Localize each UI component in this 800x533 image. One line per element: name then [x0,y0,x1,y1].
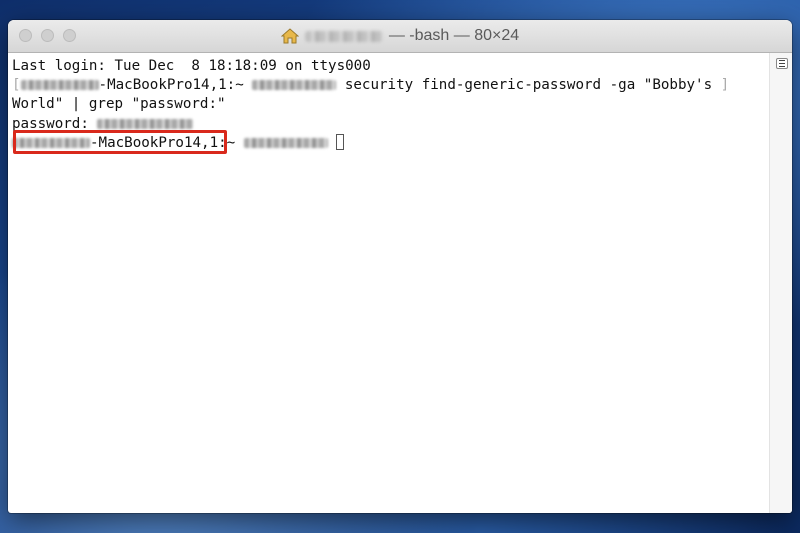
command-continuation-text: World" | grep "password:" [12,96,226,113]
redacted-username [252,80,337,91]
window-title-text: — -bash — 80×24 [388,27,520,44]
home-icon [280,28,299,44]
terminal-line: [-MacBookPro14,1:~ security find-generic… [12,77,730,94]
terminal-line: World" | grep "password:" [12,95,770,114]
redacted-username [243,137,328,148]
password-highlight-box [13,130,227,154]
redacted-password [97,118,194,129]
redacted-username [304,30,383,42]
terminal-line: Last login: Tue Dec 8 18:18:09 on ttys00… [12,57,770,76]
scrollbar-marks-icon[interactable] [776,58,788,69]
window-title: — -bash — 80×24 [8,27,792,45]
title-bar[interactable]: — -bash — 80×24 [8,20,792,53]
command-text: security find-generic-password -ga "Bobb… [336,77,721,94]
scrollbar[interactable] [769,53,792,513]
last-login-text: Last login: Tue Dec 8 18:18:09 on ttys00… [12,58,371,74]
prompt-host-text: -MacBookPro14,1:~ [98,77,253,94]
terminal-content[interactable]: Last login: Tue Dec 8 18:18:09 on ttys00… [8,53,770,513]
redacted-hostname [20,80,99,91]
text-cursor [336,133,345,150]
terminal-window: — -bash — 80×24 Last login: Tue Dec 8 18… [8,20,792,513]
